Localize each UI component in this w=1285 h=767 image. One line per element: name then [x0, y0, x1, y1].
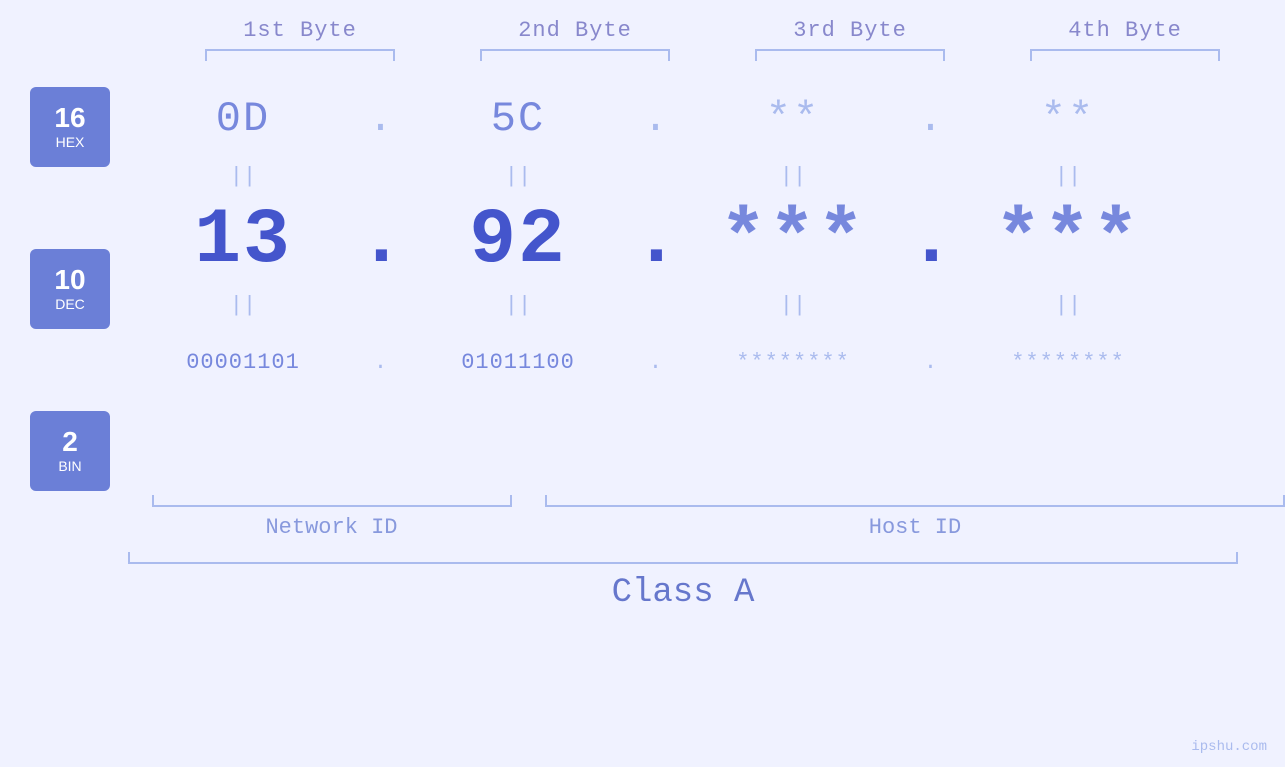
bin-base-label: BIN	[58, 458, 81, 474]
top-bracket-3	[755, 49, 945, 61]
dec-dot-3: .	[908, 197, 953, 285]
dec-value-3: ***	[678, 197, 908, 285]
bin-value-1: 00001101	[128, 350, 358, 375]
network-id-label: Network ID	[265, 515, 397, 540]
bin-row: 00001101 . 01011100 . ******** . *******…	[128, 322, 1285, 402]
dec-value-1: 13	[128, 197, 358, 285]
network-bracket-line	[152, 495, 512, 507]
host-bracket-line	[545, 495, 1285, 507]
equals-row-1: || || || ||	[128, 159, 1285, 193]
equals-1-1: ||	[128, 164, 358, 189]
top-bracket-3-wrap	[713, 49, 988, 61]
top-bracket-4-wrap	[988, 49, 1263, 61]
top-bracket-4	[1030, 49, 1220, 61]
byte-headers-row: 1st Byte 2nd Byte 3rd Byte 4th Byte	[0, 18, 1285, 43]
hex-value-3: **	[678, 95, 908, 143]
bin-dot-3: .	[908, 350, 953, 375]
equals-2-3: ||	[678, 293, 908, 318]
host-id-label: Host ID	[869, 515, 961, 540]
bin-dot-2: .	[633, 350, 678, 375]
top-bracket-1	[205, 49, 395, 61]
dec-row: 13 . 92 . *** . ***	[128, 193, 1285, 288]
values-grid: 0D . 5C . ** . ** || || || || 13	[128, 79, 1285, 402]
bin-badge: 2 BIN	[30, 411, 110, 491]
class-bracket-line	[128, 552, 1238, 564]
bin-value-2: 01011100	[403, 350, 633, 375]
base-labels: 16 HEX 10 DEC 2 BIN	[30, 87, 110, 491]
hex-dot-1: .	[358, 95, 403, 143]
equals-1-2: ||	[403, 164, 633, 189]
hex-dot-2: .	[633, 95, 678, 143]
byte-header-1: 1st Byte	[163, 18, 438, 43]
top-bracket-1-wrap	[163, 49, 438, 61]
bottom-brackets-row: Network ID Host ID	[128, 495, 1285, 540]
dec-badge: 10 DEC	[30, 249, 110, 329]
main-area: 16 HEX 10 DEC 2 BIN 0D . 5C . ** . **	[0, 79, 1285, 491]
hex-base-label: HEX	[56, 134, 85, 150]
hex-badge: 16 HEX	[30, 87, 110, 167]
equals-2-1: ||	[128, 293, 358, 318]
class-label-row: Class A	[128, 564, 1238, 612]
hex-value-2: 5C	[403, 95, 633, 143]
equals-row-2: || || || ||	[128, 288, 1285, 322]
hex-dot-3: .	[908, 95, 953, 143]
dec-dot-1: .	[358, 197, 403, 285]
equals-1-4: ||	[953, 164, 1183, 189]
host-bracket-wrap: Host ID	[545, 495, 1285, 540]
class-a-label: Class A	[612, 574, 755, 612]
bottom-brackets-area: Network ID Host ID	[0, 495, 1285, 540]
dec-value-2: 92	[403, 197, 633, 285]
hex-row: 0D . 5C . ** . **	[128, 79, 1285, 159]
top-bracket-2	[480, 49, 670, 61]
dec-base-label: DEC	[55, 296, 85, 312]
bin-value-4: ********	[953, 350, 1183, 375]
main-container: 1st Byte 2nd Byte 3rd Byte 4th Byte 16 H…	[0, 0, 1285, 767]
network-bracket-wrap: Network ID	[128, 495, 535, 540]
byte-header-2: 2nd Byte	[438, 18, 713, 43]
watermark: ipshu.com	[1191, 739, 1267, 755]
bin-base-number: 2	[62, 428, 78, 456]
equals-2-4: ||	[953, 293, 1183, 318]
bin-dot-1: .	[358, 350, 403, 375]
hex-base-number: 16	[54, 104, 85, 132]
hex-value-4: **	[953, 95, 1183, 143]
hex-value-1: 0D	[128, 95, 358, 143]
byte-header-3: 3rd Byte	[713, 18, 988, 43]
equals-2-2: ||	[403, 293, 633, 318]
top-brackets-row	[0, 49, 1285, 61]
top-bracket-2-wrap	[438, 49, 713, 61]
class-area: Class A	[0, 552, 1285, 612]
byte-header-4: 4th Byte	[988, 18, 1263, 43]
equals-1-3: ||	[678, 164, 908, 189]
dec-value-4: ***	[953, 197, 1183, 285]
dec-base-number: 10	[54, 266, 85, 294]
dec-dot-2: .	[633, 197, 678, 285]
bin-value-3: ********	[678, 350, 908, 375]
